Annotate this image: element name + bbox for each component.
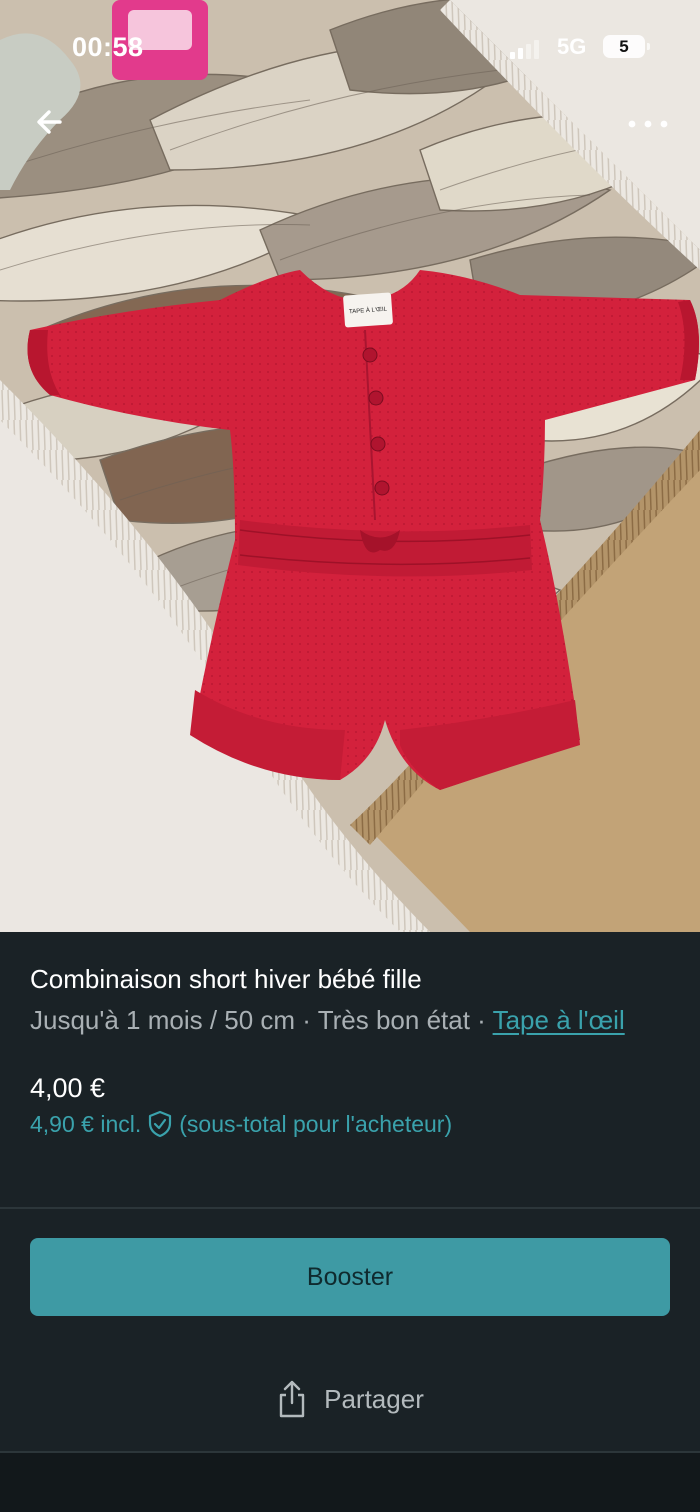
share-label: Partager bbox=[324, 1383, 424, 1414]
price-incl-row[interactable]: 4,90 € incl. (sous-total pour l'acheteur… bbox=[30, 1110, 670, 1138]
buyer-note: (sous-total pour l'acheteur) bbox=[179, 1110, 453, 1137]
status-bar: 00:58 5G 5 bbox=[0, 0, 700, 96]
shield-check-icon bbox=[149, 1110, 172, 1138]
item-title: Combinaison short hiver bébé fille bbox=[30, 964, 422, 994]
item-meta: Jusqu'à 1 mois / 50 cm · Très bon état ·… bbox=[30, 1000, 670, 1040]
share-button[interactable]: Partager bbox=[0, 1359, 700, 1439]
battery-level: 5 bbox=[619, 36, 629, 56]
share-icon bbox=[279, 1380, 305, 1418]
back-button[interactable] bbox=[30, 100, 74, 144]
bottom-bar bbox=[0, 1453, 700, 1512]
product-image: TAPE À L'ŒIL bbox=[0, 0, 700, 932]
status-time: 00:58 bbox=[72, 32, 144, 62]
item-size-condition: Jusqu'à 1 mois / 50 cm · Très bon état · bbox=[30, 1005, 493, 1035]
actions-panel: Booster Partager bbox=[0, 1209, 700, 1451]
brand-link[interactable]: Tape à l'œil bbox=[493, 1005, 625, 1035]
more-options-button[interactable] bbox=[618, 104, 678, 140]
boost-button[interactable]: Booster bbox=[30, 1238, 670, 1316]
battery-icon: 5 bbox=[603, 35, 650, 58]
arrow-left-icon bbox=[37, 110, 62, 134]
signal-icon bbox=[510, 40, 539, 59]
more-horizontal-icon bbox=[628, 120, 668, 128]
product-photo[interactable]: TAPE À L'ŒIL 00:58 5G 5 bbox=[0, 0, 700, 932]
item-info: Combinaison short hiver bébé fille Jusqu… bbox=[0, 932, 700, 1208]
price-incl: 4,90 € incl. bbox=[30, 1110, 142, 1137]
item-price: 4,00 € bbox=[30, 1073, 106, 1103]
network-label: 5G bbox=[557, 34, 587, 59]
